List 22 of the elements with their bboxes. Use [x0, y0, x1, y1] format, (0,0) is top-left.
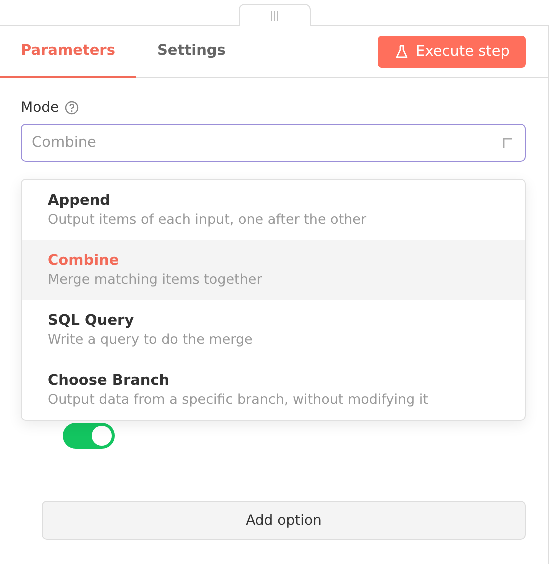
option-title: SQL Query: [48, 312, 136, 328]
grip-icon: [270, 10, 278, 20]
field-label: Mode: [21, 100, 60, 116]
add-option-button[interactable]: Add option: [42, 501, 526, 540]
option-description: Output items of each input, one after the other: [48, 212, 368, 228]
option-description: Output data from a specific branch, without modifying it: [48, 392, 430, 408]
dropdown-option[interactable]: Choose Branch Output data from a specific branch, without modifying it: [22, 360, 525, 420]
dropdown-option[interactable]: Append Output items of each input, one after the other: [22, 180, 525, 240]
flask-icon: [396, 44, 408, 58]
option-title: Combine: [48, 252, 120, 268]
mode-select[interactable]: Combine: [21, 124, 526, 162]
tab[interactable]: Settings: [136, 26, 247, 78]
toggle-switch[interactable]: [63, 423, 115, 449]
dropdown-option[interactable]: SQL Query Write a query to do the merge: [22, 300, 525, 360]
caret-icon: [503, 138, 513, 148]
option-title: Append: [48, 192, 112, 208]
help-icon[interactable]: [65, 101, 80, 115]
option-description: Write a query to do the merge: [48, 332, 254, 348]
option-title: Choose Branch: [48, 372, 171, 388]
option-description: Merge matching items together: [48, 272, 264, 288]
button-label: Execute step: [416, 44, 510, 60]
drag-handle[interactable]: [238, 4, 310, 26]
